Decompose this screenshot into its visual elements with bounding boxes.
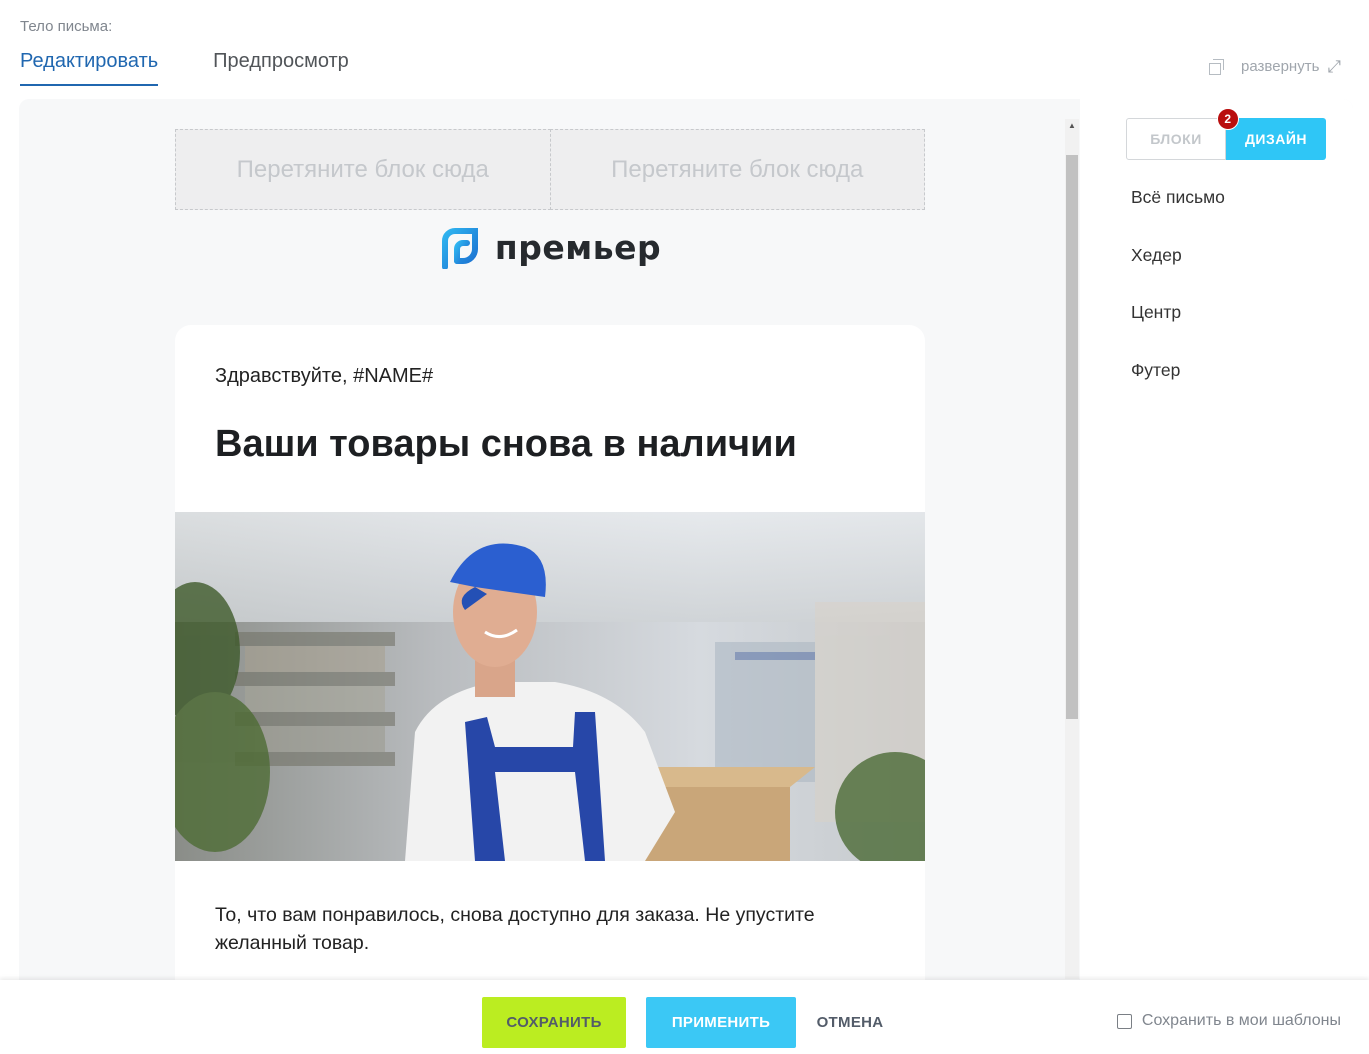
field-label: Тело письма: bbox=[20, 18, 113, 35]
editor-scrollbar[interactable]: ▲ bbox=[1065, 119, 1079, 979]
logo-text: премьер bbox=[494, 228, 662, 267]
design-item-footer[interactable]: Футер bbox=[1131, 360, 1225, 418]
design-panel: БЛОКИ 2 ДИЗАЙН Всё письмо Хедер Центр Фу… bbox=[1080, 99, 1353, 980]
notification-badge: 2 bbox=[1217, 108, 1239, 130]
brand-logo[interactable]: премьер bbox=[175, 210, 925, 325]
action-bar: СОХРАНИТЬ ПРИМЕНИТЬ ОТМЕНА Сохранить в м… bbox=[0, 980, 1369, 1054]
save-template-label: Сохранить в мои шаблоны bbox=[1141, 1012, 1341, 1029]
email-content-card[interactable]: Здравствуйте, #NAME# Ваши товары снова в… bbox=[175, 325, 925, 980]
warehouse-worker-photo bbox=[175, 511, 925, 861]
editor-area: Перетяните блок сюда Перетяните блок сюд… bbox=[19, 99, 1353, 980]
design-sections-list: Всё письмо Хедер Центр Футер bbox=[1131, 187, 1225, 417]
drop-zone[interactable]: Перетяните блок сюда bbox=[549, 129, 925, 210]
editor-tabs: Редактировать Предпросмотр bbox=[20, 50, 349, 86]
hero-image[interactable] bbox=[175, 511, 925, 861]
design-tab-label: ДИЗАЙН bbox=[1244, 131, 1308, 147]
logo-mark-icon bbox=[441, 228, 478, 269]
greeting-text[interactable]: Здравствуйте, #NAME# bbox=[215, 365, 925, 388]
drop-zone-row: Перетяните блок сюда Перетяните блок сюд… bbox=[175, 129, 925, 210]
copy-icon bbox=[1209, 58, 1225, 75]
tab-edit[interactable]: Редактировать bbox=[20, 50, 159, 86]
design-item-whole-letter[interactable]: Всё письмо bbox=[1131, 187, 1225, 245]
panel-mode-switch: БЛОКИ 2 ДИЗАЙН bbox=[1126, 108, 1326, 160]
save-template-checkbox[interactable] bbox=[1116, 1013, 1132, 1029]
apply-button[interactable]: ПРИМЕНИТЬ bbox=[646, 997, 796, 1048]
save-button[interactable]: СОХРАНИТЬ bbox=[482, 997, 626, 1048]
expand-label: развернуть bbox=[1241, 58, 1320, 75]
design-item-center[interactable]: Центр bbox=[1131, 302, 1225, 360]
tab-preview[interactable]: Предпросмотр bbox=[213, 50, 349, 86]
email-headline[interactable]: Ваши товары снова в наличии bbox=[215, 422, 885, 468]
save-template-option[interactable]: Сохранить в мои шаблоны bbox=[1116, 1012, 1341, 1030]
scroll-up-icon[interactable]: ▲ bbox=[1068, 121, 1076, 130]
email-canvas: Перетяните блок сюда Перетяните блок сюд… bbox=[175, 129, 925, 980]
expand-button[interactable]: развернуть ⤢ bbox=[1209, 58, 1341, 75]
blocks-tab-button[interactable]: БЛОКИ bbox=[1126, 118, 1226, 160]
scrollbar-thumb[interactable] bbox=[1066, 155, 1078, 719]
drop-zone[interactable]: Перетяните блок сюда bbox=[175, 129, 551, 210]
email-body-text[interactable]: То, что вам понравилось, снова доступно … bbox=[215, 901, 885, 957]
design-tab-button[interactable]: 2 ДИЗАЙН bbox=[1217, 108, 1326, 160]
expand-arrows-icon: ⤢ bbox=[1327, 57, 1341, 76]
design-item-header[interactable]: Хедер bbox=[1131, 245, 1225, 303]
cancel-button[interactable]: ОТМЕНА bbox=[808, 997, 892, 1048]
